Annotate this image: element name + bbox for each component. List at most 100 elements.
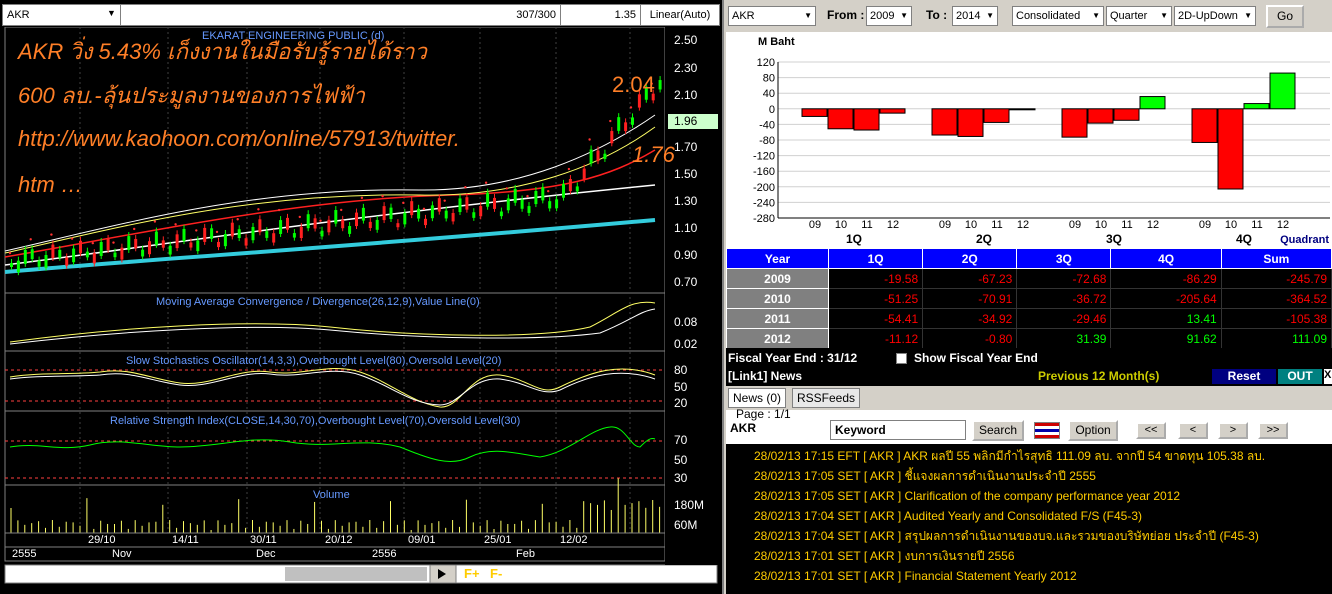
sar-dot [70,237,74,240]
go-button[interactable]: Go [1266,5,1304,28]
close-icon[interactable]: X [1324,369,1332,384]
period-6m-button[interactable]: 6 M [630,567,648,579]
news-header: [Link1] News Previous 12 Month(s) Reset … [726,368,1332,386]
x-year-tick: 10 [1225,219,1237,231]
chart-symbol-input[interactable]: AKR [3,5,121,25]
nav-prev-button[interactable]: < [1178,422,1208,439]
news-item[interactable]: 28/02/13 17:04 SET [ AKR ] สรุปผลการดำเน… [726,526,1332,546]
chevron-down-icon: ▼ [1092,11,1100,20]
date-tick: 25/01 [484,534,512,546]
y-tick-label: 0 [769,104,775,116]
out-button[interactable]: OUT [1278,369,1322,384]
rsi-tick: 70 [674,433,688,447]
news-tabs: News (0) RSSFeeds [726,386,1332,410]
period-full-button[interactable]: FULL [528,567,556,579]
keyword-input[interactable]: Keyword [830,420,966,440]
sar-dot [8,251,12,255]
nav-first-button[interactable]: << [1136,422,1166,439]
sar-dot [133,227,136,231]
sar-dot [609,119,612,123]
chart-style-select[interactable]: 2D-UpDown ▼ [1174,6,1256,26]
stoch-tick: 20 [674,396,688,410]
news-item[interactable]: 28/02/13 17:04 SET [ AKR ] Audited Yearl… [726,506,1332,526]
stock-chart-panel: AKR ▼ 307/300 1.35 Linear(Auto) 2.50 2.3… [0,0,724,594]
x-year-tick: 12 [1147,219,1159,231]
sar-dot [402,201,405,205]
period-3m-button[interactable]: 3 M [674,567,692,579]
news-item[interactable]: 28/02/13 17:01 SET [ AKR ] งบการเงินรายป… [726,546,1332,566]
reset-button[interactable]: Reset [1212,369,1276,384]
quarterly-profit-chart: M Baht 120 80 40 0 -40 -80 -120 -160 -200 -240 -280… [726,32,1332,248]
x-year-tick: 11 [861,219,872,231]
sar-dot [505,187,508,190]
chevron-down-icon: ▼ [1160,11,1168,20]
profit-bar [879,108,906,114]
table-value-cell: -72.68 [1016,268,1112,289]
x-year-tick: 11 [991,219,1002,231]
tab-rss[interactable]: RSSFeeds [792,388,861,408]
option-button[interactable]: Option [1068,420,1118,441]
from-year-select[interactable]: 2009 ▼ [866,6,912,26]
table-header: 3Q [1016,248,1112,269]
profit-bar [853,108,880,131]
sar-dot [567,167,571,171]
chevron-down-icon: ▼ [1244,11,1252,20]
chevron-down-icon: ▼ [804,11,812,20]
price-tick: 0.90 [674,248,698,262]
x-axis-title: Quadrant [1280,234,1329,246]
stoch-title: Slow Stochastics Oscillator(14,3,3),Over… [126,355,502,367]
x-year-tick: 12 [1017,219,1029,231]
scale-mode[interactable]: Linear(Auto) [641,5,719,25]
profit-bar-svg: M Baht 120 80 40 0 -40 -80 -120 -160 -200 -240 -280… [753,36,1330,246]
nav-last-button[interactable]: >> [1258,422,1288,439]
current-price-tag: 1.96 [674,114,698,128]
y-tick-label: -240 [753,197,775,209]
period-type-select[interactable]: Quarter ▼ [1106,6,1172,26]
nav-next-button[interactable]: > [1218,422,1248,439]
news-item[interactable]: 28/02/13 17:05 SET [ AKR ] ชี้แจงผลการดำ… [726,466,1332,486]
month-label: Feb [516,548,535,560]
flag-icon[interactable] [1034,422,1060,439]
tab-news[interactable]: News (0) [728,388,787,408]
news-item[interactable]: 28/02/13 17:05 SET [ AKR ] Clarification… [726,486,1332,506]
profit-bar [1087,108,1114,124]
search-button[interactable]: Search [972,420,1024,441]
y-tick-label: -280 [753,213,775,225]
sar-dot [277,208,281,212]
from-year-value: 2009 [870,10,895,22]
high-annotation: 2.04 [612,72,655,97]
x-year-tick: 10 [835,219,847,231]
profit-table: Year 1Q 2Q 3Q 4Q Sum 2009 -19.58 -67.23 -72… [726,248,1332,349]
zoom-in-button[interactable]: F+ [464,566,480,581]
rsi-title: Relative Strength Index(CLOSE,14,30,70),… [110,415,521,427]
period-1y-button[interactable]: 1 Y [584,567,600,579]
news-link-label: [Link1] News [728,369,803,383]
to-year-select[interactable]: 2014 ▼ [952,6,998,26]
sar-dot [547,189,550,193]
x-year-tick: 10 [965,219,977,231]
table-value-cell: -29.46 [1016,308,1112,329]
table-value-cell: -34.92 [922,308,1018,329]
profit-bar [1009,108,1036,111]
date-tick: 09/01 [408,534,436,546]
sar-dot [319,219,322,222]
zoom-out-button[interactable]: F- [490,566,502,581]
month-label: Dec [256,548,276,560]
news-item[interactable]: 28/02/13 17:15 EFT [ AKR ] AKR ผลปี 55 พ… [726,446,1332,466]
statement-type-select[interactable]: Consolidated ▼ [1012,6,1104,26]
chevron-down-icon[interactable]: ▼ [107,8,116,18]
news-item[interactable]: 28/02/13 17:01 SET [ AKR ] Financial Sta… [726,566,1332,586]
news-list: 28/02/13 17:15 EFT [ AKR ] AKR ผลปี 55 พ… [726,444,1332,594]
profit-bar [1269,72,1296,110]
table-value-cell: -11.12 [827,328,924,349]
x-year-tick: 12 [887,219,899,231]
table-value-cell: -36.72 [1016,288,1112,309]
show-fiscal-checkbox[interactable] [896,353,907,364]
fin-symbol-select[interactable]: AKR ▼ [728,6,816,26]
headline-line-4: htm … [18,172,83,197]
profit-bar [827,108,854,130]
sar-dot [422,207,426,211]
x-year-tick: 09 [1069,219,1081,231]
table-header: Year [726,248,829,269]
y-tick-label: 40 [763,88,775,100]
